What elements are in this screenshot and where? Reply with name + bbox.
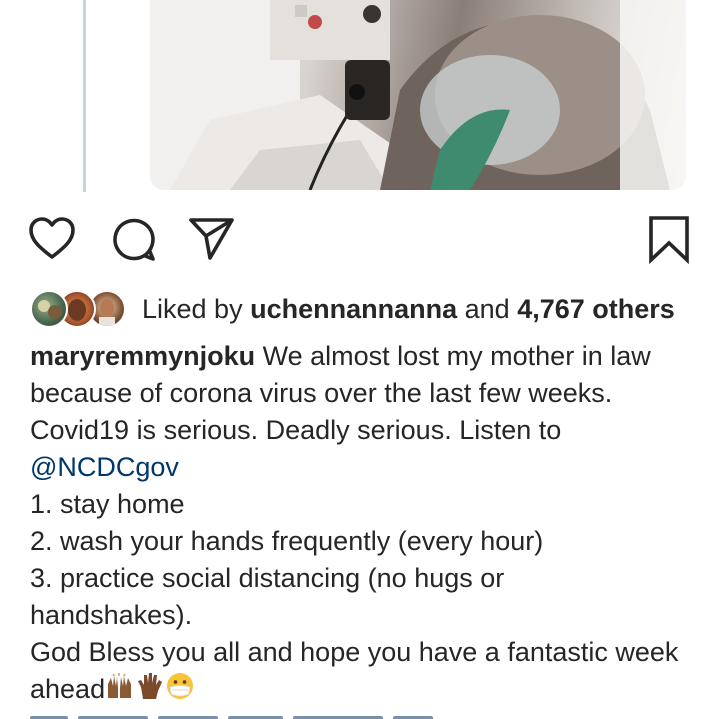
caption-line: because of corona virus over the last fe… — [30, 378, 613, 408]
save-button[interactable] — [644, 214, 694, 264]
caption-line: ahead — [30, 674, 106, 705]
heart-icon — [29, 217, 75, 259]
likes-row: Liked by uchennannanna and 4,767 others — [30, 286, 710, 332]
bookmark-icon — [649, 216, 689, 264]
comment-icon — [113, 218, 155, 261]
caption-list-item: 3. practice social distancing (no hugs o… — [30, 563, 505, 593]
liker-avatars[interactable] — [30, 290, 126, 328]
caption-line: We almost lost my mother in law — [255, 341, 651, 371]
likes-count[interactable]: 4,767 others — [517, 294, 675, 324]
photo-icon — [150, 0, 686, 190]
likes-prefix: Liked by — [142, 294, 243, 324]
comment-button[interactable] — [109, 214, 159, 264]
post-caption: maryremmynjoku We almost lost my mother … — [30, 338, 705, 711]
raising-hands-emoji-icon — [105, 672, 135, 710]
caption-list-item: handshakes). — [30, 600, 193, 630]
caption-line: God Bless you all and hope you have a fa… — [30, 637, 679, 667]
send-icon — [189, 218, 234, 260]
likes-and: and — [464, 294, 510, 324]
avatar — [30, 290, 68, 328]
liker-username[interactable]: uchennannanna — [250, 294, 457, 324]
post-media-area — [0, 0, 720, 195]
face-with-mask-emoji-icon — [165, 671, 195, 711]
raised-hand-emoji-icon — [135, 671, 165, 711]
caption-list-item: 1. stay home — [30, 489, 185, 519]
media-divider — [83, 0, 86, 192]
caption-line: Covid19 is serious. Deadly serious. List… — [30, 415, 562, 445]
likes-summary[interactable]: Liked by uchennannanna and 4,767 others — [142, 292, 675, 326]
caption-link-cutoff — [30, 707, 490, 719]
post-action-bar — [0, 214, 720, 264]
caption-mention[interactable]: @NCDCgov — [30, 452, 179, 482]
share-button[interactable] — [186, 214, 236, 264]
caption-list-item: 2. wash your hands frequently (every hou… — [30, 526, 544, 556]
like-button[interactable] — [27, 214, 77, 264]
caption-author[interactable]: maryremmynjoku — [30, 341, 255, 371]
post-image[interactable] — [150, 0, 686, 190]
